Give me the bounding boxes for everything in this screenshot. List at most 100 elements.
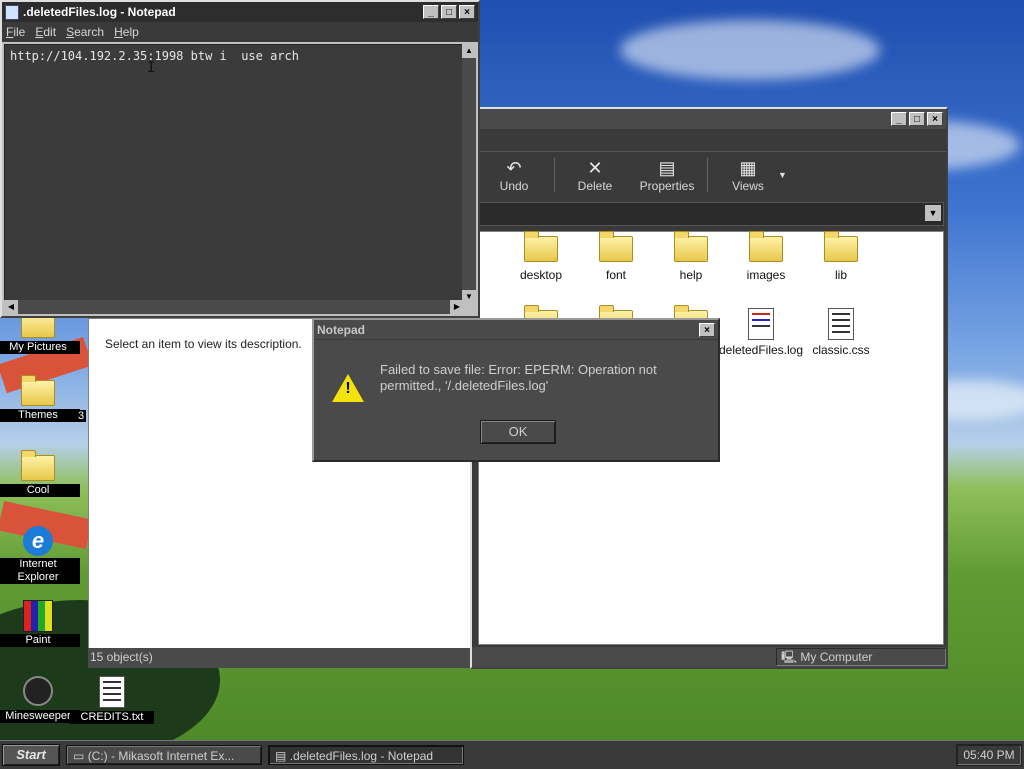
notepad-window[interactable]: .deletedFiles.log - Notepad _ □ × File E… — [0, 0, 480, 318]
notepad-menubar: File Edit Search Help — [2, 22, 478, 42]
dialog-title: Notepad — [317, 322, 365, 337]
maximize-button[interactable]: □ — [441, 5, 457, 19]
properties-icon: ▤ — [658, 158, 676, 178]
dialog-titlebar[interactable]: Notepad × — [314, 320, 718, 340]
file-label: classic.css — [812, 343, 870, 357]
notepad-text-area[interactable]: http://104.192.2.35:1998 btw i use arch — [4, 44, 466, 304]
computer-icon: 🖳 — [781, 650, 798, 664]
folder-icon — [674, 231, 708, 262]
file-label: images — [746, 268, 786, 282]
desktop-icon-label: Internet Explorer — [0, 558, 80, 584]
minimize-button[interactable]: _ — [423, 5, 439, 19]
desktop-icon-label: Cool — [0, 484, 80, 497]
minimize-button[interactable]: _ — [891, 112, 907, 126]
desktop-icon-label: Themes — [0, 409, 80, 422]
menu-help[interactable]: Help — [114, 25, 139, 39]
dialog-message: Failed to save file: Error: EPERM: Opera… — [380, 362, 657, 393]
folder-icon — [21, 375, 55, 406]
toolbar-label: Views — [732, 179, 764, 193]
cloud — [620, 20, 880, 80]
scroll-left-icon[interactable]: ◀ — [4, 300, 18, 314]
file-item-images[interactable]: images — [728, 231, 804, 282]
taskbar-item-label: .deletedFiles.log - Notepad — [289, 749, 434, 763]
vertical-scrollbar[interactable]: ▲ ▼ — [462, 44, 476, 304]
undo-button[interactable]: ↶ Undo — [478, 157, 550, 193]
file-label: help — [679, 268, 703, 282]
desktop-icon-minesweeper[interactable]: Minesweeper — [0, 674, 80, 723]
explorer-statusbar: 🖳 My Computer — [472, 647, 946, 667]
ibeam-cursor-icon: I — [147, 60, 156, 76]
ok-button[interactable]: OK — [480, 420, 556, 444]
taskbar-item-notepad[interactable]: ▤ .deletedFiles.log - Notepad — [268, 745, 464, 765]
desktop-icon-label: Minesweeper — [0, 710, 80, 723]
text-file-icon — [828, 308, 854, 340]
views-dropdown-icon[interactable]: ▼ — [778, 170, 787, 180]
file-item-classic-css[interactable]: classic.css — [803, 308, 879, 357]
file-item-lib[interactable]: lib — [803, 231, 879, 282]
desktop-icon-label: Paint — [0, 634, 80, 647]
scroll-down-icon[interactable]: ▼ — [462, 290, 476, 304]
desktop-icon-internet-explorer[interactable]: e Internet Explorer — [0, 526, 80, 584]
menu-file[interactable]: File — [6, 25, 25, 39]
clock: 05:40 PM — [956, 744, 1022, 766]
file-item-help[interactable]: help — [653, 231, 729, 282]
explorer-statusbar-left: 15 object(s) — [88, 648, 474, 668]
file-item-desktop[interactable]: desktop — [503, 231, 579, 282]
scroll-right-icon[interactable]: ▶ — [450, 300, 464, 314]
partial-icon-label: 3 — [76, 410, 87, 422]
dialog-body: ! Failed to save file: Error: EPERM: Ope… — [314, 340, 718, 460]
delete-icon: ✕ — [587, 158, 603, 178]
views-button[interactable]: ▦ Views — [712, 157, 784, 193]
folder-icon — [21, 450, 55, 481]
scroll-up-icon[interactable]: ▲ — [462, 44, 476, 58]
text-file-icon — [99, 676, 125, 708]
internet-explorer-icon: e — [23, 526, 53, 556]
file-label: lib — [834, 268, 847, 282]
file-item-deletedfiles-log[interactable]: deletedFiles.log — [718, 308, 804, 357]
toolbar-label: Undo — [499, 179, 529, 193]
delete-button[interactable]: ✕ Delete — [559, 157, 631, 193]
notepad-titlebar[interactable]: .deletedFiles.log - Notepad _ □ × — [2, 2, 478, 22]
taskbar: Start ▭ (C:) - Mikasoft Internet Ex... ▤… — [0, 740, 1024, 769]
toolbar-label: Properties — [639, 179, 695, 193]
start-button[interactable]: Start — [2, 744, 60, 766]
desktop-icon-label: CREDITS.txt — [70, 711, 154, 724]
menu-edit[interactable]: Edit — [35, 25, 56, 39]
views-icon: ▦ — [739, 158, 757, 178]
status-object-count: 15 object(s) — [90, 650, 153, 664]
undo-icon: ↶ — [506, 158, 522, 178]
file-label: deletedFiles.log — [718, 343, 804, 357]
notepad-icon — [5, 4, 19, 20]
maximize-button[interactable]: □ — [909, 112, 925, 126]
taskbar-item-explorer[interactable]: ▭ (C:) - Mikasoft Internet Ex... — [66, 745, 262, 765]
horizontal-scrollbar[interactable]: ◀ ▶ — [4, 300, 464, 314]
warning-exclamation: ! — [345, 380, 351, 397]
notepad-icon: ▤ — [275, 749, 287, 763]
folder-icon — [749, 231, 783, 262]
taskbar-item-label: (C:) - Mikasoft Internet Ex... — [87, 749, 235, 763]
folder-icon — [599, 231, 633, 262]
desktop-icon-themes[interactable]: Themes — [0, 375, 80, 422]
close-button[interactable]: × — [699, 322, 715, 337]
error-dialog[interactable]: Notepad × ! Failed to save file: Error: … — [312, 318, 720, 462]
file-item-font[interactable]: font — [578, 231, 654, 282]
desktop-icon-my-pictures[interactable]: My Pictures — [0, 307, 80, 354]
desktop-icon-cool[interactable]: Cool — [0, 450, 80, 497]
toolbar-separator — [554, 158, 555, 192]
paint-icon — [23, 600, 53, 632]
properties-button[interactable]: ▤ Properties — [631, 157, 703, 193]
menu-search[interactable]: Search — [66, 25, 104, 39]
desktop-icon-paint[interactable]: Paint — [0, 600, 80, 647]
desktop-icon-credits[interactable]: CREDITS.txt — [70, 676, 154, 724]
close-button[interactable]: × — [459, 5, 475, 19]
close-button[interactable]: × — [927, 112, 943, 126]
toolbar-separator — [707, 158, 708, 192]
desktop-icon-label: My Pictures — [0, 341, 80, 354]
explorer-titlebar[interactable]: _ □ × — [472, 109, 946, 129]
chevron-down-icon[interactable]: ▼ — [925, 205, 941, 221]
log-file-icon — [748, 308, 774, 340]
folder-icon — [524, 231, 558, 262]
item-description: Select an item to view its description. — [105, 337, 302, 351]
address-bar[interactable]: ▼ — [474, 202, 944, 226]
file-label: font — [605, 268, 626, 282]
